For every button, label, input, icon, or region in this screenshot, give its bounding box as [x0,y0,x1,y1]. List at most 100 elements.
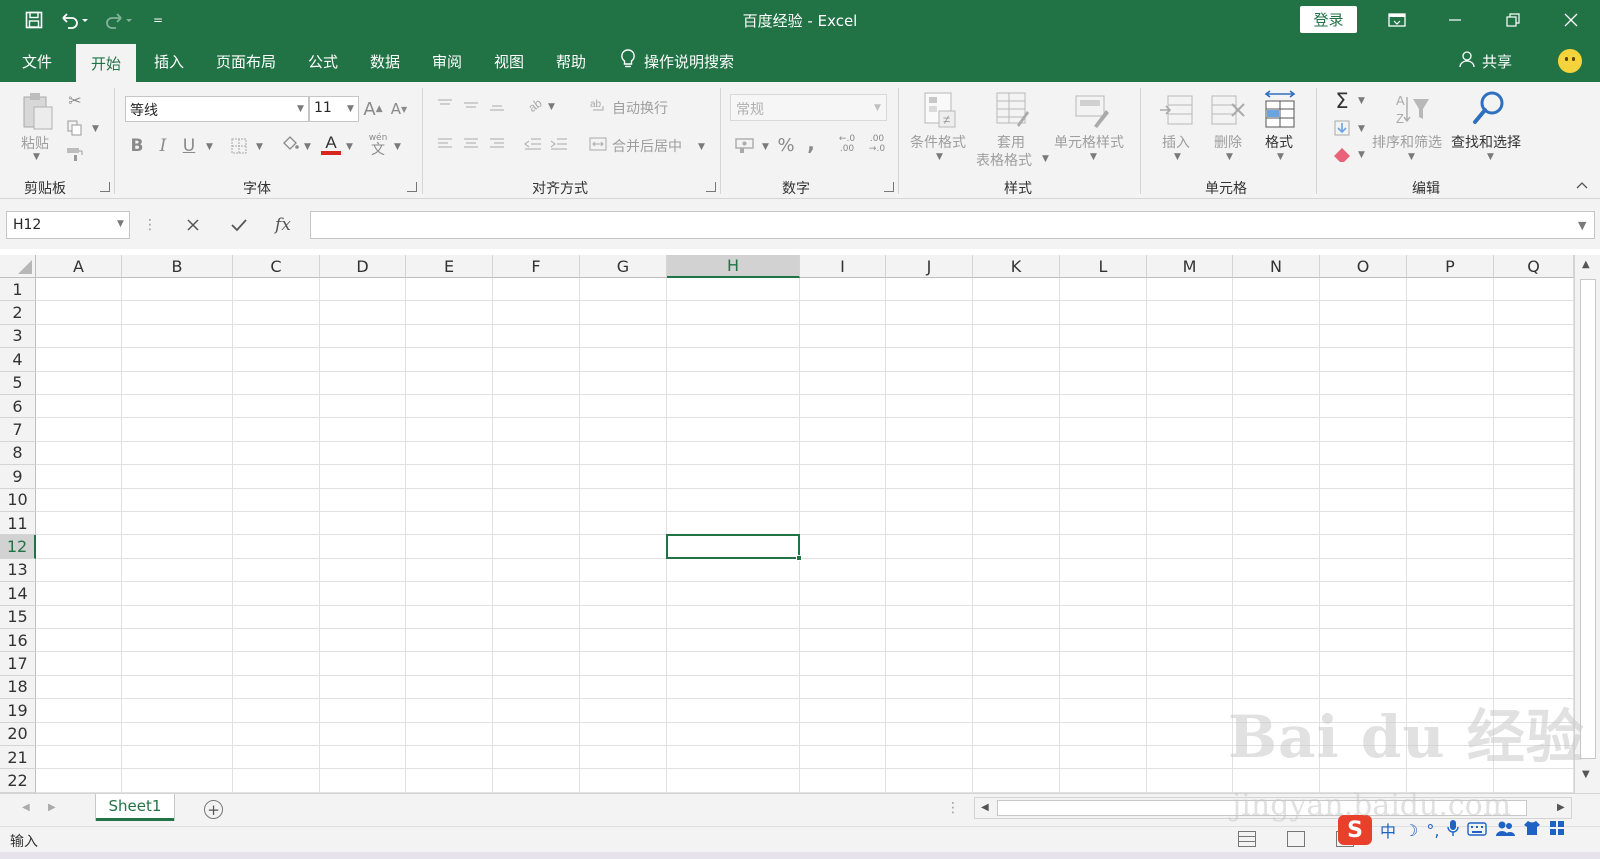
restore-icon[interactable] [1490,0,1536,40]
align-middle-icon[interactable] [460,94,482,116]
fill-color-dropdown-icon[interactable]: ▼ [304,142,311,152]
row-header-19[interactable]: 19 [0,699,36,723]
column-header-l[interactable]: L [1060,255,1147,278]
cell-styles-label[interactable]: 单元格样式 [1054,132,1124,152]
fill-color-icon[interactable] [278,132,302,158]
format-as-table-icon[interactable] [992,88,1032,132]
vertical-scrollbar[interactable]: ▲ ▼ [1574,255,1600,793]
format-as-table-label-2[interactable]: 表格格式 [976,150,1032,170]
row-header-22[interactable]: 22 [0,769,36,793]
row-header-9[interactable]: 9 [0,465,36,489]
merge-center-label[interactable]: 合并后居中 [612,136,682,156]
column-header-p[interactable]: P [1407,255,1494,278]
clear-icon[interactable] [1330,142,1354,166]
phonetic-guide-icon[interactable]: wén 文 [366,130,390,160]
name-box[interactable]: H12 [6,211,130,239]
autosum-icon[interactable]: Σ [1330,88,1354,114]
tab-data[interactable]: 数据 [356,40,414,82]
clear-dropdown-icon[interactable]: ▼ [1358,150,1365,160]
tab-page-layout[interactable]: 页面布局 [202,40,290,82]
scroll-down-icon[interactable]: ▼ [1582,769,1590,780]
align-left-icon[interactable] [434,132,456,156]
column-header-b[interactable]: B [122,255,233,278]
row-header-4[interactable]: 4 [0,348,36,372]
insert-cells-icon[interactable] [1156,88,1196,132]
active-cell[interactable] [666,534,800,559]
vertical-scroll-thumb[interactable] [1580,279,1596,759]
row-header-8[interactable]: 8 [0,441,36,466]
font-name-select[interactable]: 等线 [125,96,309,122]
worksheet-grid[interactable]: ABCDEFGHIJKLMNOPQ 1 2 3 4 5 6 7 8 9 10 11 12 13 14 15 1… [0,255,1574,793]
column-header-j[interactable]: J [886,255,973,278]
copy-icon[interactable] [64,118,86,138]
scroll-right-icon[interactable]: ▶ [1557,802,1565,813]
increase-decimal-icon[interactable]: ←.0 .00 [832,132,862,158]
column-header-c[interactable]: C [233,255,320,278]
phonetic-dropdown-icon[interactable]: ▼ [394,142,401,152]
cell-styles-icon[interactable] [1072,88,1112,132]
insert-function-button[interactable]: fx [268,211,298,239]
row-header-20[interactable]: 20 [0,722,36,746]
tab-split-grip-icon[interactable]: ⋮ [946,794,960,822]
page-layout-view-icon[interactable] [1287,831,1305,847]
toolbox-grid-icon[interactable] [1549,820,1565,840]
borders-dropdown-icon[interactable]: ▼ [256,142,263,152]
tab-home[interactable]: 开始 [76,44,136,82]
align-bottom-icon[interactable] [486,94,508,116]
row-header-18[interactable]: 18 [0,675,36,700]
row-header-21[interactable]: 21 [0,746,36,770]
row-header-10[interactable]: 10 [0,488,36,512]
wrap-text-label[interactable]: 自动换行 [612,98,668,118]
column-header-h[interactable]: H [667,255,800,278]
insert-cells-dropdown-icon[interactable]: ▼ [1174,152,1181,162]
moon-icon[interactable]: ☽ [1404,821,1418,840]
shrink-font-icon[interactable]: A ▼ [388,96,410,122]
column-header-o[interactable]: O [1320,255,1407,278]
sort-filter-label[interactable]: 排序和筛选 [1372,132,1442,152]
scroll-up-icon[interactable]: ▲ [1582,259,1590,270]
copy-dropdown-icon[interactable]: ▼ [92,124,99,134]
row-header-12[interactable]: 12 [0,535,36,559]
bold-button[interactable]: B [126,134,148,158]
insert-cells-label[interactable]: 插入 [1162,132,1190,152]
column-header-g[interactable]: G [580,255,667,278]
orientation-icon[interactable]: ab [522,94,548,116]
tab-view[interactable]: 视图 [480,40,538,82]
decrease-indent-icon[interactable] [522,132,544,156]
accounting-format-icon[interactable] [732,132,758,158]
wrap-text-icon[interactable]: ab [588,94,608,116]
fill-dropdown-icon[interactable]: ▼ [1358,124,1365,134]
find-select-dropdown-icon[interactable]: ▼ [1487,152,1494,162]
sogou-logo-icon[interactable]: S [1338,815,1372,845]
conditional-formatting-icon[interactable]: ≠ [920,88,960,132]
merge-center-icon[interactable] [588,132,608,156]
number-format-select[interactable]: 常规 [730,94,887,121]
fill-icon[interactable] [1330,116,1354,140]
column-header-m[interactable]: M [1147,255,1233,278]
tab-file[interactable]: 文件 [8,40,66,82]
font-color-icon[interactable]: A [318,130,344,160]
sheet-tab-sheet1[interactable]: Sheet1 [96,794,174,821]
column-header-a[interactable]: A [36,255,122,278]
sort-filter-icon[interactable]: AZ [1392,88,1432,130]
tab-insert[interactable]: 插入 [140,40,198,82]
format-cells-icon[interactable] [1260,86,1300,132]
row-header-7[interactable]: 7 [0,418,36,442]
format-cells-dropdown-icon[interactable]: ▼ [1277,152,1284,162]
cancel-entry-icon[interactable] [178,211,208,239]
row-header-2[interactable]: 2 [0,301,36,325]
column-header-k[interactable]: K [973,255,1060,278]
format-as-table-dropdown-icon[interactable]: ▼ [1042,154,1049,164]
expand-formula-bar-icon[interactable]: ▼ [1578,219,1586,232]
align-top-icon[interactable] [434,94,456,116]
row-header-13[interactable]: 13 [0,558,36,583]
ribbon-display-options-icon[interactable] [1374,0,1420,40]
login-button[interactable]: 登录 [1300,6,1357,33]
row-header-17[interactable]: 17 [0,652,36,676]
number-format-dropdown-icon[interactable]: ▼ [874,103,881,113]
font-name-dropdown-icon[interactable]: ▼ [297,104,304,114]
row-header-5[interactable]: 5 [0,371,36,395]
clipboard-launcher-icon[interactable] [100,182,110,192]
percent-style-icon[interactable]: % [774,132,798,158]
add-sheet-button[interactable]: + [204,800,223,819]
